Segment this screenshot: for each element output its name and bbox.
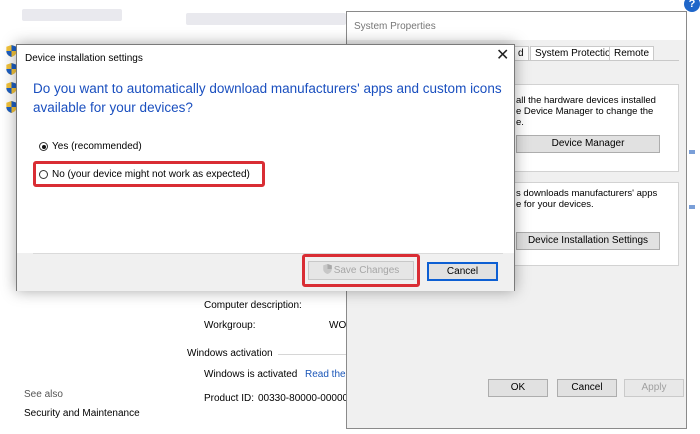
apply-button: Apply (624, 379, 684, 397)
device-installation-dialog: Device installation settings ✕ Do you wa… (16, 44, 515, 291)
device-manager-description-3: e. (516, 117, 524, 128)
option-yes-label: Yes (recommended) (52, 141, 142, 152)
product-id-value: 00330-80000-00000- (258, 393, 352, 404)
edge-link-fragment (689, 150, 695, 154)
cancel-button[interactable]: Cancel (557, 379, 617, 397)
device-installation-group: s downloads manufacturers' apps e for yo… (507, 182, 679, 266)
save-changes-button: Save Changes (308, 261, 414, 280)
tab-partial[interactable]: d (514, 46, 529, 61)
system-properties-titlebar: System Properties (347, 12, 686, 40)
shield-icon (322, 264, 332, 274)
computer-description-label: Computer description: (204, 300, 302, 311)
ok-button[interactable]: OK (488, 379, 548, 397)
blurred-header-text (22, 9, 122, 21)
device-installation-description-1: s downloads manufacturers' apps (516, 188, 658, 199)
workgroup-value: WO (329, 320, 347, 331)
dialog-question: Do you want to automatically download ma… (33, 81, 502, 115)
footer-divider (33, 253, 503, 254)
device-manager-button[interactable]: Device Manager (516, 135, 660, 153)
dialog-title: Device installation settings (25, 53, 143, 64)
tab-remote[interactable]: Remote (609, 46, 655, 61)
workgroup-label: Workgroup: (204, 320, 256, 331)
security-maintenance-link[interactable]: Security and Maintenance (24, 408, 140, 419)
device-manager-group: all the hardware devices installed e Dev… (507, 84, 679, 172)
windows-activation-heading: Windows activation (187, 348, 273, 359)
option-yes[interactable]: Yes (recommended) (39, 141, 142, 152)
edge-link-fragment (689, 205, 695, 209)
section-divider (278, 354, 346, 355)
option-no[interactable]: No (your device might not work as expect… (39, 169, 250, 180)
device-manager-description-2: e Device Manager to change the (516, 106, 654, 117)
device-manager-description-1: all the hardware devices installed (516, 95, 656, 106)
tab-system-protection[interactable]: System Protection (530, 46, 622, 61)
close-icon[interactable]: ✕ (496, 48, 509, 64)
radio-no-icon[interactable] (39, 170, 48, 179)
see-also-heading: See also (24, 389, 63, 400)
blurred-title-text (186, 13, 346, 25)
radio-yes-icon[interactable] (39, 142, 48, 151)
device-installation-description-2: e for your devices. (516, 199, 594, 210)
dialog-cancel-button[interactable]: Cancel (427, 262, 498, 281)
product-id-label: Product ID: (204, 393, 255, 404)
read-license-link[interactable]: Read the (305, 369, 346, 380)
activation-status: Windows is activated (204, 369, 298, 380)
system-properties-title: System Properties (354, 21, 436, 32)
device-installation-settings-button[interactable]: Device Installation Settings (516, 232, 660, 250)
option-no-label: No (your device might not work as expect… (52, 169, 250, 180)
save-changes-label: Save Changes (333, 265, 400, 276)
